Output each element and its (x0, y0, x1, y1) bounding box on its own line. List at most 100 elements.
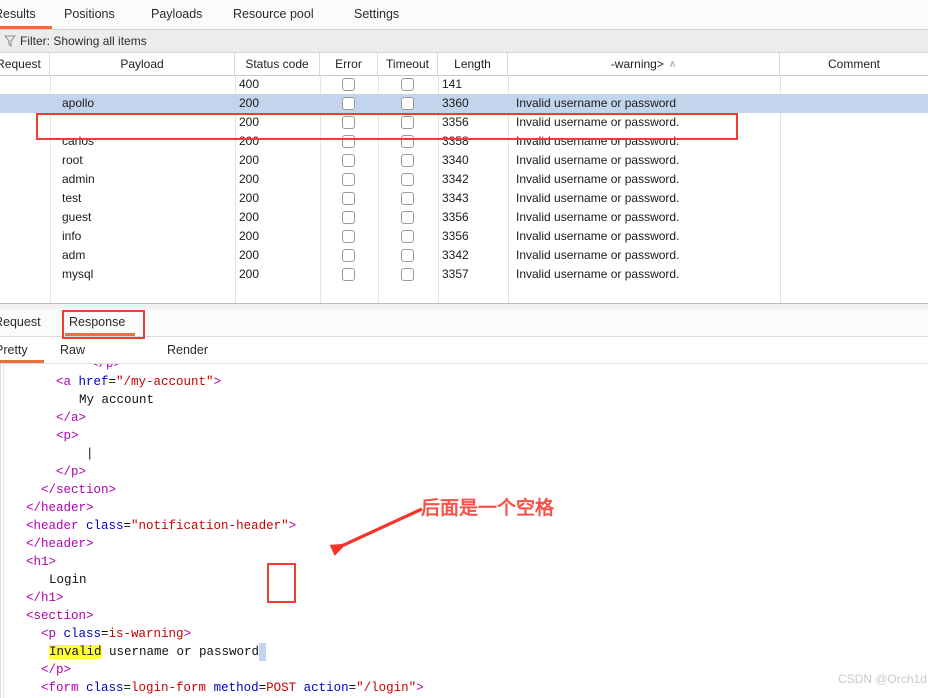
table-cell: Invalid username or password. (516, 210, 680, 224)
column-header-length[interactable]: Length (438, 53, 508, 75)
table-cell (0, 113, 50, 132)
table-cell: 3340 (442, 153, 469, 167)
tab-positions[interactable]: Positions (62, 0, 132, 29)
code-token: <p> (56, 429, 79, 443)
table-cell (0, 265, 50, 284)
code-token: class (63, 627, 102, 641)
code-token (259, 643, 267, 661)
timeout-checkbox[interactable] (401, 192, 414, 205)
table-cell: info (62, 229, 82, 243)
code-line: Invalid username or password (49, 643, 267, 661)
column-header-warning[interactable]: -warning> ∧ (508, 53, 780, 75)
table-row[interactable]: info 200 3356 Invalid username or password. (0, 227, 928, 246)
tab-payloads[interactable]: Payloads (149, 0, 213, 29)
code-token: <section> (26, 609, 94, 623)
table-cell (58, 113, 235, 132)
column-header-payload[interactable]: Payload (50, 53, 235, 75)
table-cell: Invalid username or password (516, 96, 677, 110)
table-cell: 200 (239, 172, 260, 186)
table-row[interactable]: 2 400 141 (0, 75, 928, 94)
column-header-label: -warning> (610, 57, 664, 71)
column-header-request[interactable]: Request (0, 53, 50, 75)
table-body[interactable]: 2 400 141 apollo 200 3360 Invalid username or … (0, 75, 928, 305)
timeout-checkbox[interactable] (401, 135, 414, 148)
timeout-checkbox[interactable] (401, 230, 414, 243)
timeout-checkbox[interactable] (401, 249, 414, 262)
table-cell (0, 208, 50, 227)
table-cell (0, 94, 50, 113)
tab-request[interactable]: Request (0, 309, 50, 336)
tab-pretty[interactable]: Pretty (0, 337, 44, 363)
error-checkbox[interactable] (342, 268, 355, 281)
sort-ascending-icon: ∧ (668, 59, 677, 70)
error-checkbox[interactable] (342, 173, 355, 186)
timeout-checkbox[interactable] (401, 78, 414, 91)
response-body-editor[interactable]: </p> <a href="/my-account"> My account </a>… (0, 364, 928, 698)
code-line: </p> (56, 463, 86, 481)
column-header-statuscode[interactable]: Status code (235, 53, 320, 75)
error-checkbox[interactable] (342, 249, 355, 262)
column-header-label: Request (0, 57, 41, 71)
column-header-timeout[interactable]: Timeout (378, 53, 438, 75)
table-row[interactable]: mysql 200 3357 Invalid username or password… (0, 265, 928, 284)
code-line: <form class=login-form method=POST actio… (41, 679, 424, 697)
timeout-checkbox[interactable] (401, 211, 414, 224)
burp-intruder-window: Results Positions Payloads Resource pool Set… (0, 0, 928, 698)
code-token: Invalid (49, 645, 102, 659)
column-header-label: Error (335, 57, 362, 71)
tab-raw[interactable]: Raw (58, 337, 92, 363)
table-cell: 200 (239, 115, 260, 129)
code-line: <p class=is-warning> (41, 625, 191, 643)
error-checkbox[interactable] (342, 78, 355, 91)
tab-render[interactable]: Render (165, 337, 214, 363)
tab-results[interactable]: Results (0, 0, 52, 29)
error-checkbox[interactable] (342, 154, 355, 167)
filter-bar[interactable]: Filter: Showing all items (0, 30, 928, 53)
code-token: </p> (41, 663, 72, 677)
table-cell (0, 246, 50, 265)
attack-results-table[interactable]: Request Payload Status code Error Timeout Len… (0, 53, 928, 305)
table-row[interactable]: test 200 3343 Invalid username or password. (0, 189, 928, 208)
table-cell (780, 94, 928, 113)
timeout-checkbox[interactable] (401, 116, 414, 129)
code-line: My account (79, 391, 154, 409)
error-checkbox[interactable] (342, 230, 355, 243)
table-row[interactable]: guest 200 3356 Invalid username or password… (0, 208, 928, 227)
code-token: "notification-header" (131, 519, 289, 533)
table-cell: 200 (239, 267, 260, 281)
tab-settings[interactable]: Settings (352, 0, 410, 29)
funnel-icon (4, 35, 16, 47)
timeout-checkbox[interactable] (401, 97, 414, 110)
table-row[interactable]: adm 200 3342 Invalid username or password. (0, 246, 928, 265)
code-token: class (86, 519, 124, 533)
code-token: is-warning (108, 627, 184, 641)
column-header-comment[interactable]: Comment (780, 53, 928, 75)
table-row[interactable]: admin 200 3342 Invalid username or password… (0, 170, 928, 189)
error-checkbox[interactable] (342, 97, 355, 110)
table-row[interactable]: apollo 200 3360 Invalid username or passwor… (0, 94, 928, 113)
code-token: My account (79, 393, 155, 407)
tab-response[interactable]: Response (65, 309, 135, 336)
column-header-error[interactable]: Error (320, 53, 378, 75)
message-tabbar: Request Response (0, 309, 928, 337)
error-checkbox[interactable] (342, 135, 355, 148)
annotation-note: 后面是一个空格 (421, 497, 555, 519)
table-cell: Invalid username or password. (516, 191, 680, 205)
timeout-checkbox[interactable] (401, 154, 414, 167)
timeout-checkbox[interactable] (401, 173, 414, 186)
table-row[interactable]: carlos 200 3358 Invalid username or passwor… (0, 132, 928, 151)
table-row[interactable]: root 200 3340 Invalid username or password. (0, 151, 928, 170)
table-cell: admin (62, 172, 95, 186)
error-checkbox[interactable] (342, 192, 355, 205)
table-cell (58, 75, 235, 94)
table-row[interactable]: 200 3356 Invalid username or password. (0, 113, 928, 132)
error-checkbox[interactable] (342, 211, 355, 224)
code-token: </p> (56, 465, 87, 479)
error-checkbox[interactable] (342, 116, 355, 129)
code-line: </header> (26, 499, 94, 517)
code-token: <form (41, 681, 87, 695)
code-line: <h1> (26, 553, 56, 571)
tab-resource-pool[interactable]: Resource pool (231, 0, 329, 29)
timeout-checkbox[interactable] (401, 268, 414, 281)
